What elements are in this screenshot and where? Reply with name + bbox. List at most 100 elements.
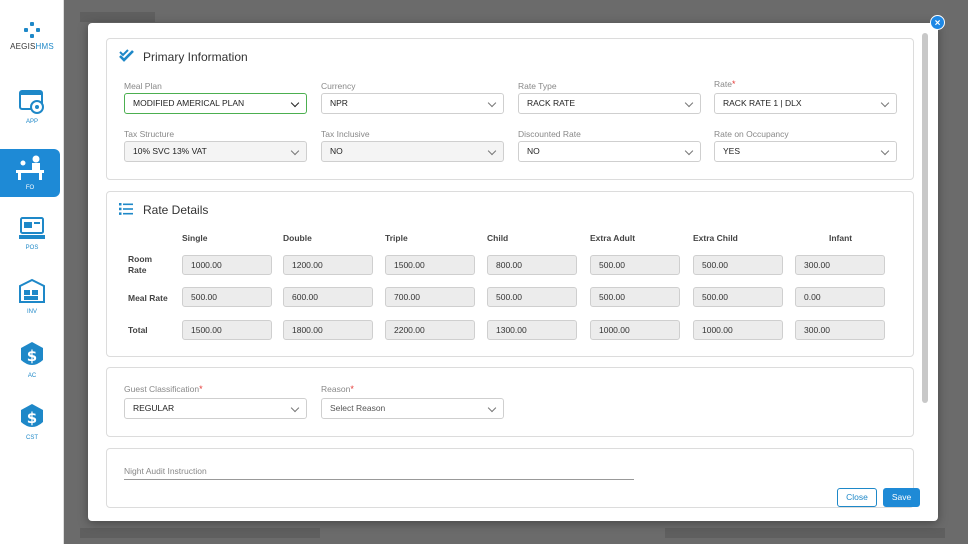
meal-plan-select[interactable]: MODIFIED AMERICAL PLAN xyxy=(124,93,307,114)
night-audit-section: Night Audit Instruction xyxy=(106,448,914,508)
rate-cell[interactable]: 500.00 xyxy=(182,287,272,307)
tax-structure-value: 10% SVC 13% VAT xyxy=(133,146,207,156)
logo-mark-icon xyxy=(24,22,40,38)
rate-cell[interactable]: 800.00 xyxy=(487,255,577,275)
tax-inclusive-select[interactable]: NO xyxy=(321,141,504,162)
guest-classification-value: REGULAR xyxy=(133,403,175,413)
column-header-child: Child xyxy=(487,233,509,243)
tax-inclusive-label: Tax Inclusive xyxy=(321,129,370,139)
section-title: Rate Details xyxy=(143,203,209,217)
modal-scrollbar[interactable] xyxy=(922,33,928,403)
rate-cell[interactable]: 600.00 xyxy=(283,287,373,307)
chevron-down-icon xyxy=(684,98,694,108)
rate-cell[interactable]: 1500.00 xyxy=(182,320,272,340)
sidebar-item-label: FO xyxy=(25,185,35,191)
rate-cell[interactable]: 500.00 xyxy=(487,287,577,307)
save-button[interactable]: Save xyxy=(883,488,920,507)
rate-value: RACK RATE 1 | DLX xyxy=(723,98,802,108)
background-header xyxy=(80,12,155,22)
reason-select[interactable]: Select Reason xyxy=(321,398,504,419)
rate-on-occupancy-select[interactable]: YES xyxy=(714,141,897,162)
modal-close-icon[interactable]: × xyxy=(930,15,945,30)
chevron-down-icon xyxy=(684,146,694,156)
discounted-rate-label: Discounted Rate xyxy=(518,129,581,139)
reason-label: Reason* xyxy=(321,384,354,394)
primary-information-section: Primary Information Meal Plan MODIFIED A… xyxy=(106,38,914,180)
row-header-total: Total xyxy=(128,325,148,335)
sidebar-item-label: APP xyxy=(25,119,38,125)
rate-cell[interactable]: 1300.00 xyxy=(487,320,577,340)
sidebar-item-inv[interactable]: INV xyxy=(0,278,64,328)
svg-text:$: $ xyxy=(27,347,37,365)
currency-select[interactable]: NPR xyxy=(321,93,504,114)
currency-label: Currency xyxy=(321,81,356,91)
sidebar-item-app[interactable]: APP xyxy=(0,88,64,138)
background-pagination xyxy=(665,528,945,538)
rate-type-select[interactable]: RACK RATE xyxy=(518,93,701,114)
rate-cell[interactable]: 300.00 xyxy=(795,255,885,275)
chevron-down-icon xyxy=(880,146,890,156)
rate-label: Rate* xyxy=(714,79,736,89)
rate-cell[interactable]: 1500.00 xyxy=(385,255,475,275)
rate-cell[interactable]: 0.00 xyxy=(795,287,885,307)
sidebar-item-fo[interactable]: FO xyxy=(0,149,60,197)
rate-type-value: RACK RATE xyxy=(527,98,576,108)
rate-cell[interactable]: 500.00 xyxy=(693,287,783,307)
sidebar-item-label: CST xyxy=(26,435,38,441)
tax-structure-select[interactable]: 10% SVC 13% VAT xyxy=(124,141,307,162)
chevron-down-icon xyxy=(290,98,300,108)
discounted-rate-select[interactable]: NO xyxy=(518,141,701,162)
rate-cell[interactable]: 1000.00 xyxy=(182,255,272,275)
rate-cell[interactable]: 1800.00 xyxy=(283,320,373,340)
inventory-icon xyxy=(19,278,45,303)
double-check-icon xyxy=(119,49,134,62)
svg-text:$: $ xyxy=(27,409,37,427)
column-header-extra-adult: Extra Adult xyxy=(590,233,636,243)
rate-type-label: Rate Type xyxy=(518,81,557,91)
rate-cell[interactable]: 500.00 xyxy=(590,287,680,307)
rate-cell[interactable]: 700.00 xyxy=(385,287,475,307)
sidebar-item-label: INV xyxy=(26,309,37,315)
sidebar-item-ac[interactable]: $ AC xyxy=(0,340,64,390)
rate-cell[interactable]: 1000.00 xyxy=(693,320,783,340)
tax-structure-label: Tax Structure xyxy=(124,129,175,139)
night-audit-input[interactable] xyxy=(124,479,634,480)
sidebar-item-label: AC xyxy=(27,373,37,379)
section-title: Primary Information xyxy=(143,50,248,64)
chevron-down-icon xyxy=(487,98,497,108)
reason-placeholder: Select Reason xyxy=(330,403,386,413)
required-mark: * xyxy=(731,79,736,89)
rate-cell[interactable]: 2200.00 xyxy=(385,320,475,340)
chevron-down-icon xyxy=(880,98,890,108)
column-header-double: Double xyxy=(283,233,312,243)
rate-on-occupancy-value: YES xyxy=(723,146,741,156)
rate-details-section: Rate Details Single Double Triple Child … xyxy=(106,191,914,357)
chevron-down-icon xyxy=(487,146,497,156)
cost-dollar-icon: $ xyxy=(21,404,43,427)
chevron-down-icon xyxy=(487,403,497,413)
rate-cell[interactable]: 1000.00 xyxy=(590,320,680,340)
app-logo[interactable]: AEGISHMS xyxy=(0,22,64,51)
guest-classification-label: Guest Classification* xyxy=(124,384,203,394)
column-header-single: Single xyxy=(182,233,208,243)
rate-cell[interactable]: 300.00 xyxy=(795,320,885,340)
close-button[interactable]: Close xyxy=(837,488,877,507)
column-header-triple: Triple xyxy=(385,233,408,243)
brand-name: AEGISHMS xyxy=(10,42,54,51)
rate-cell[interactable]: 1200.00 xyxy=(283,255,373,275)
guest-classification-select[interactable]: REGULAR xyxy=(124,398,307,419)
sidebar-item-pos[interactable]: POS xyxy=(0,216,64,266)
rate-modal: Primary Information Meal Plan MODIFIED A… xyxy=(88,23,938,521)
sidebar-item-cst[interactable]: $ CST xyxy=(0,402,64,452)
guest-classification-section: Guest Classification* REGULAR Reason* Se… xyxy=(106,367,914,437)
meal-plan-value: MODIFIED AMERICAL PLAN xyxy=(133,98,245,108)
required-mark: * xyxy=(199,384,203,394)
rate-cell[interactable]: 500.00 xyxy=(590,255,680,275)
rate-select[interactable]: RACK RATE 1 | DLX xyxy=(714,93,897,114)
chevron-down-icon xyxy=(290,146,300,156)
sidebar-item-label: POS xyxy=(25,245,39,251)
discounted-rate-value: NO xyxy=(527,146,540,156)
night-audit-label: Night Audit Instruction xyxy=(124,466,207,476)
front-office-icon xyxy=(16,155,44,180)
rate-cell[interactable]: 500.00 xyxy=(693,255,783,275)
